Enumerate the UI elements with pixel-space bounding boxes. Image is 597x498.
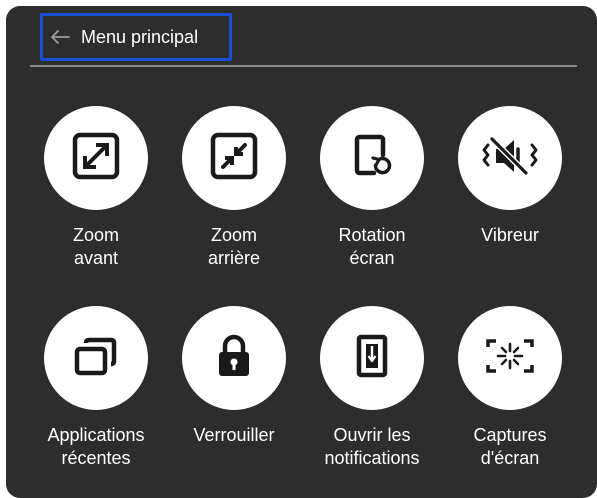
tile-circle[interactable] bbox=[458, 106, 562, 210]
tile-label: Rotation écran bbox=[338, 224, 405, 270]
tile-circle[interactable] bbox=[44, 106, 148, 210]
tile-circle[interactable] bbox=[320, 306, 424, 410]
tile-rotate-screen[interactable]: Rotation écran bbox=[302, 106, 442, 270]
tile-label: Ouvrir les notifications bbox=[324, 424, 419, 470]
label-line-1: Applications bbox=[47, 425, 145, 445]
label-line-2: écran bbox=[349, 248, 395, 268]
label-line-2: récentes bbox=[61, 448, 131, 468]
label-line-1: Captures bbox=[473, 425, 547, 445]
screenshot-icon bbox=[482, 331, 538, 386]
label-line-1: Zoom bbox=[72, 225, 119, 245]
tile-label: Captures d'écran bbox=[473, 424, 546, 470]
tile-label: Verrouiller bbox=[193, 424, 274, 447]
label-line-2: avant bbox=[73, 248, 119, 268]
tile-circle[interactable] bbox=[320, 106, 424, 210]
lock-icon bbox=[209, 331, 259, 386]
tile-vibrate[interactable]: Vibreur bbox=[440, 106, 580, 247]
tile-circle[interactable] bbox=[182, 306, 286, 410]
label-line-1: Ouvrir les bbox=[333, 425, 411, 445]
label-line-1: Rotation bbox=[338, 225, 406, 245]
zoom-out-icon bbox=[209, 131, 259, 186]
tile-zoom-out[interactable]: Zoom arrière bbox=[164, 106, 304, 270]
vibrate-icon bbox=[480, 131, 540, 186]
rotate-screen-icon bbox=[347, 131, 397, 186]
tile-screenshot[interactable]: Captures d'écran bbox=[440, 306, 580, 470]
label-line-1: Zoom bbox=[210, 225, 257, 245]
label-line-2: arrière bbox=[207, 248, 260, 268]
label-line-1: Verrouiller bbox=[193, 425, 275, 445]
tile-zoom-in[interactable]: Zoom avant bbox=[26, 106, 166, 270]
recent-apps-icon bbox=[71, 331, 121, 386]
label-line-2: d'écran bbox=[480, 448, 540, 468]
tile-recent-apps[interactable]: Applications récentes bbox=[26, 306, 166, 470]
tile-label: Zoom arrière bbox=[208, 224, 260, 270]
tile-circle[interactable] bbox=[182, 106, 286, 210]
label-line-1: Vibreur bbox=[481, 225, 539, 245]
shortcut-grid: Zoom avant Zoom arrière Rotation écran V… bbox=[6, 6, 597, 498]
tile-circle[interactable] bbox=[44, 306, 148, 410]
tile-label: Applications récentes bbox=[47, 424, 144, 470]
tile-label: Vibreur bbox=[481, 224, 539, 247]
tile-label: Zoom avant bbox=[73, 224, 119, 270]
tile-circle[interactable] bbox=[458, 306, 562, 410]
tile-lock[interactable]: Verrouiller bbox=[164, 306, 304, 447]
accessibility-menu-panel: Menu principal Zoom avant Zoom arrière R… bbox=[6, 6, 597, 498]
label-line-2: notifications bbox=[324, 448, 420, 468]
zoom-in-icon bbox=[71, 131, 121, 186]
tile-open-notifications[interactable]: Ouvrir les notifications bbox=[302, 306, 442, 470]
notifications-icon bbox=[347, 331, 397, 386]
